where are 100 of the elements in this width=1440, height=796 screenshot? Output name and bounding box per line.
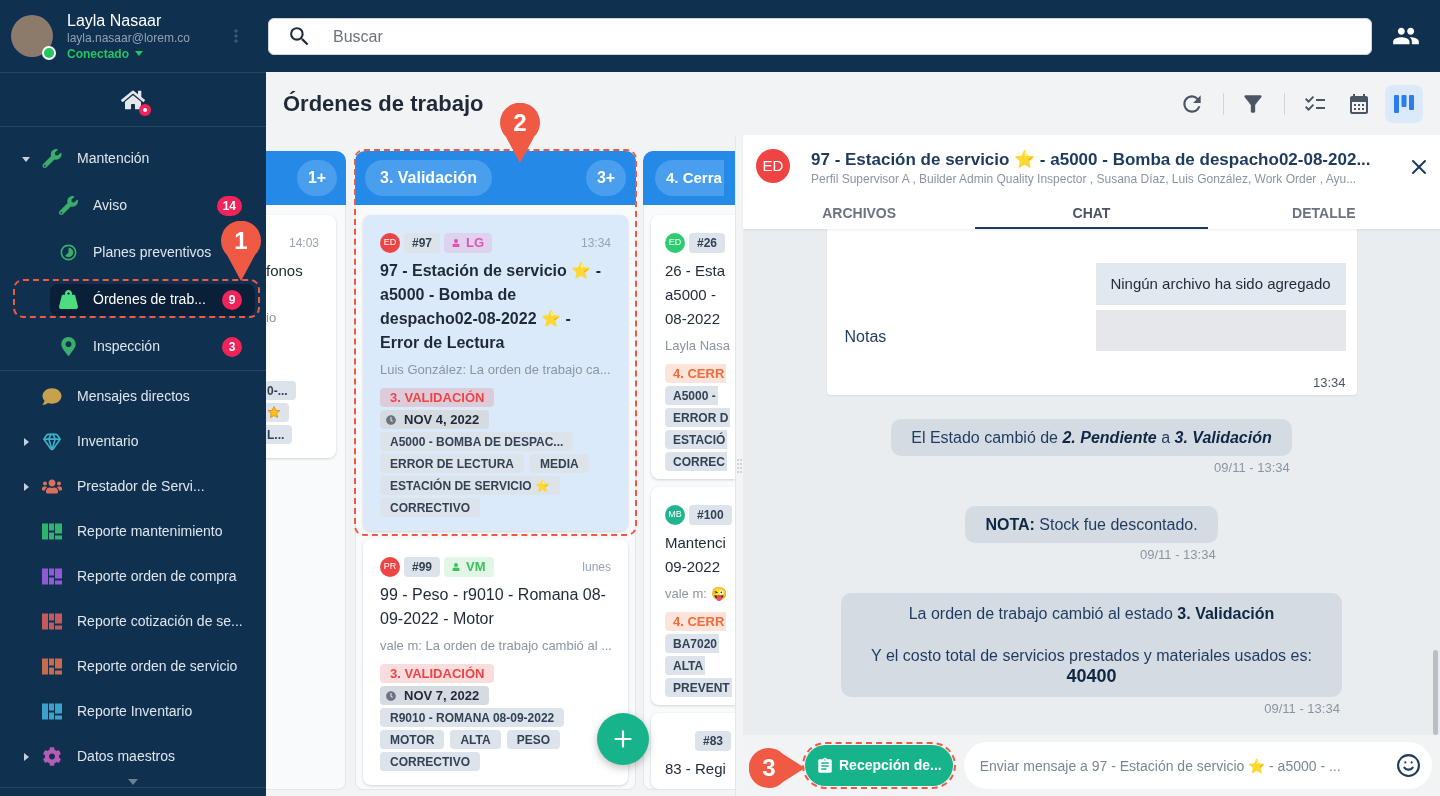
smiley-icon[interactable] [1396, 753, 1421, 778]
map-pin-icon [58, 337, 78, 356]
sidebar-item[interactable]: Datos maestros [18, 739, 178, 774]
sidebar-item[interactable]: Reporte Inventario [18, 694, 195, 729]
user-icon [452, 563, 461, 571]
calendar-icon [1347, 91, 1371, 116]
caret-icon [135, 51, 143, 56]
category-tag: ESTACIÓN DE SERVICIO ⭐ [380, 476, 560, 495]
work-order-card[interactable]: MB #100 Mantenci 09-2022 vale m: 😜 4. CERR BA7020 ALTA PREVENT [651, 487, 735, 705]
category-tag: MOTOR [380, 730, 445, 749]
caret-icon[interactable] [22, 752, 30, 761]
column-count: 3+ [586, 160, 626, 196]
scrollbar-thumb[interactable] [1433, 650, 1438, 735]
sidebar-item[interactable]: Aviso [50, 189, 129, 222]
card-time: 14:03 [288, 235, 319, 252]
work-order-card[interactable]: 14:03 fonos io 0-... L... [266, 215, 336, 458]
due-date: NOV 4, 2022 [404, 410, 480, 429]
tab[interactable]: ARCHIVOS [743, 200, 976, 229]
wrench-icon [58, 196, 78, 215]
column-title: 3. Validación [365, 160, 492, 196]
column-title: 4. Cerra [655, 160, 724, 196]
step-marker: 2 [500, 103, 540, 163]
caret-icon[interactable] [22, 154, 30, 163]
chat-title: 97 - Estación de servicio ⭐ - a5000 - Bomba de despacho02-08-202... [811, 149, 1371, 171]
order-number: #99 [404, 557, 441, 577]
work-order-card[interactable]: PR #99 VM lunes 99 - Peso - r9010 - Romana 08-09-2022 - Motor vale m: La orden de trabajo cambió al ... 3. VALIDACIÓN NOV 7, 2022 R9010 - ROMANA 08-09-2022 MOTOR ALTA PESO CORRECTIVO [363, 539, 628, 785]
clock-icon [386, 414, 396, 425]
sidebar-item[interactable]: Reporte mantenimiento [18, 514, 225, 549]
status-dropdown[interactable]: Conectado [67, 45, 143, 62]
category-tag: A5000 - [665, 386, 718, 405]
category-tag: BA7020 [665, 634, 720, 653]
star-icon [267, 406, 281, 419]
category-tag: PESO [506, 730, 561, 749]
clipboard-icon [816, 756, 834, 775]
category-tag: ALTA [665, 656, 706, 675]
work-order-card[interactable] [363, 215, 628, 531]
board-view-button[interactable] [1385, 84, 1423, 123]
avatar-placeholder [11, 15, 53, 57]
category-tag: ESTACIÓ [665, 430, 728, 449]
message-preview: Layla Nasa [665, 338, 732, 354]
due-date: NOV 7, 2022 [404, 686, 480, 705]
caret-icon[interactable] [22, 482, 30, 491]
sidebar-item[interactable]: Inspección [50, 330, 162, 363]
search-field[interactable]: Buscar [268, 18, 1372, 55]
sidebar-item[interactable]: Mensajes directos [18, 379, 192, 414]
message-bubble: NOTA: Stock fue descontado. [965, 506, 1218, 543]
sidebar-item[interactable]: Mantención [18, 141, 152, 176]
status-tag: 3. VALIDACIÓN [380, 388, 495, 407]
category-tag: CORRECTIVO [380, 752, 480, 771]
order-number: #100 [689, 505, 732, 525]
status-tag: 4. CERR [665, 612, 727, 631]
category-tag: ALTA [450, 730, 501, 749]
category-tag: 0-... [266, 381, 296, 400]
message-input[interactable]: Enviar mensaje a 97 - Estación de servicio ⭐ - a5000 - ... [963, 742, 1432, 789]
card-title: 99 - Peso - r9010 - Romana 08-09-2022 - Motor [380, 585, 607, 629]
work-order-card[interactable]: #83 83 - Regi [651, 713, 735, 789]
card-title: 97 - Estación de servicio ⭐ - a5000 - Bomba de despacho02-08-2022 ⭐ - Error de Lectura [380, 261, 602, 353]
message-preview: vale m: La orden de trabajo cambió al ... [380, 638, 611, 654]
home-icon[interactable] [121, 88, 145, 111]
initials-avatar: MB [665, 505, 685, 525]
sidebar-item[interactable]: Reporte orden de servicio [18, 649, 240, 684]
user-name: Layla Nasaar [67, 10, 163, 31]
initials-avatar: ED [756, 149, 790, 183]
weight-icon [58, 290, 78, 309]
user-icon [452, 239, 461, 247]
card-title: Mantenci 09-2022 [665, 533, 727, 577]
sidebar-item[interactable]: Reporte orden de compra [18, 559, 239, 594]
category-tag: ERROR DE LECTURA [380, 454, 524, 473]
scroll-down-caret-icon[interactable] [128, 779, 138, 785]
sidebar-item[interactable]: Prestador de Servi... [18, 469, 207, 504]
card-title: fonos [266, 261, 304, 281]
column-count: 1+ [297, 160, 337, 196]
message-preview: io [266, 310, 278, 326]
work-order-card[interactable]: ED #26 26 - Esta a5000 - 08-2022 Layla Nasa 4. CERR A5000 - ERROR D ESTACIÓ CORREC [651, 215, 735, 479]
columns-icon [1394, 94, 1414, 113]
chat-participants: Perfil Supervisor A , Builder Admin Quality Inspector , Susana Díaz, Luis González, Work Order , Ayu... [811, 171, 1358, 187]
category-tag: MEDIA [530, 454, 589, 473]
card-time: 13:34 [580, 235, 611, 252]
attachments-value: Ningún archivo ha sido agregado [1095, 263, 1346, 305]
clock-icon [386, 690, 396, 701]
order-number: #97 [404, 233, 441, 253]
sidebar-item[interactable]: Inventario [18, 424, 141, 459]
timer-icon [58, 243, 78, 262]
sidebar-item[interactable]: Reporte cotización de se... [18, 604, 245, 639]
tab[interactable]: DETALLE [1207, 200, 1440, 229]
order-number: #83 [695, 731, 732, 751]
sidebar-item[interactable]: Planes preventivos [50, 236, 214, 269]
status-tag: 4. CERR [665, 364, 727, 383]
category-tag: R9010 - ROMANA 08-09-2022 [380, 708, 565, 727]
drag-handle-icon[interactable] [737, 458, 742, 473]
step-marker: 3 [749, 748, 805, 788]
category-tag: PREVENT [665, 678, 732, 697]
caret-icon[interactable] [22, 437, 30, 446]
card-time: lunes [582, 559, 611, 576]
user-email: layla.nasaar@lorem.co [67, 30, 190, 46]
message-time: 09/11 - 13:34 [1139, 547, 1216, 563]
message-preview: vale m: 😜 [665, 586, 728, 602]
count-badge: 3 [222, 336, 242, 357]
category-tag: ERROR D [665, 408, 731, 427]
category-tag: A5000 - BOMBA DE DESPAC... [380, 432, 574, 451]
